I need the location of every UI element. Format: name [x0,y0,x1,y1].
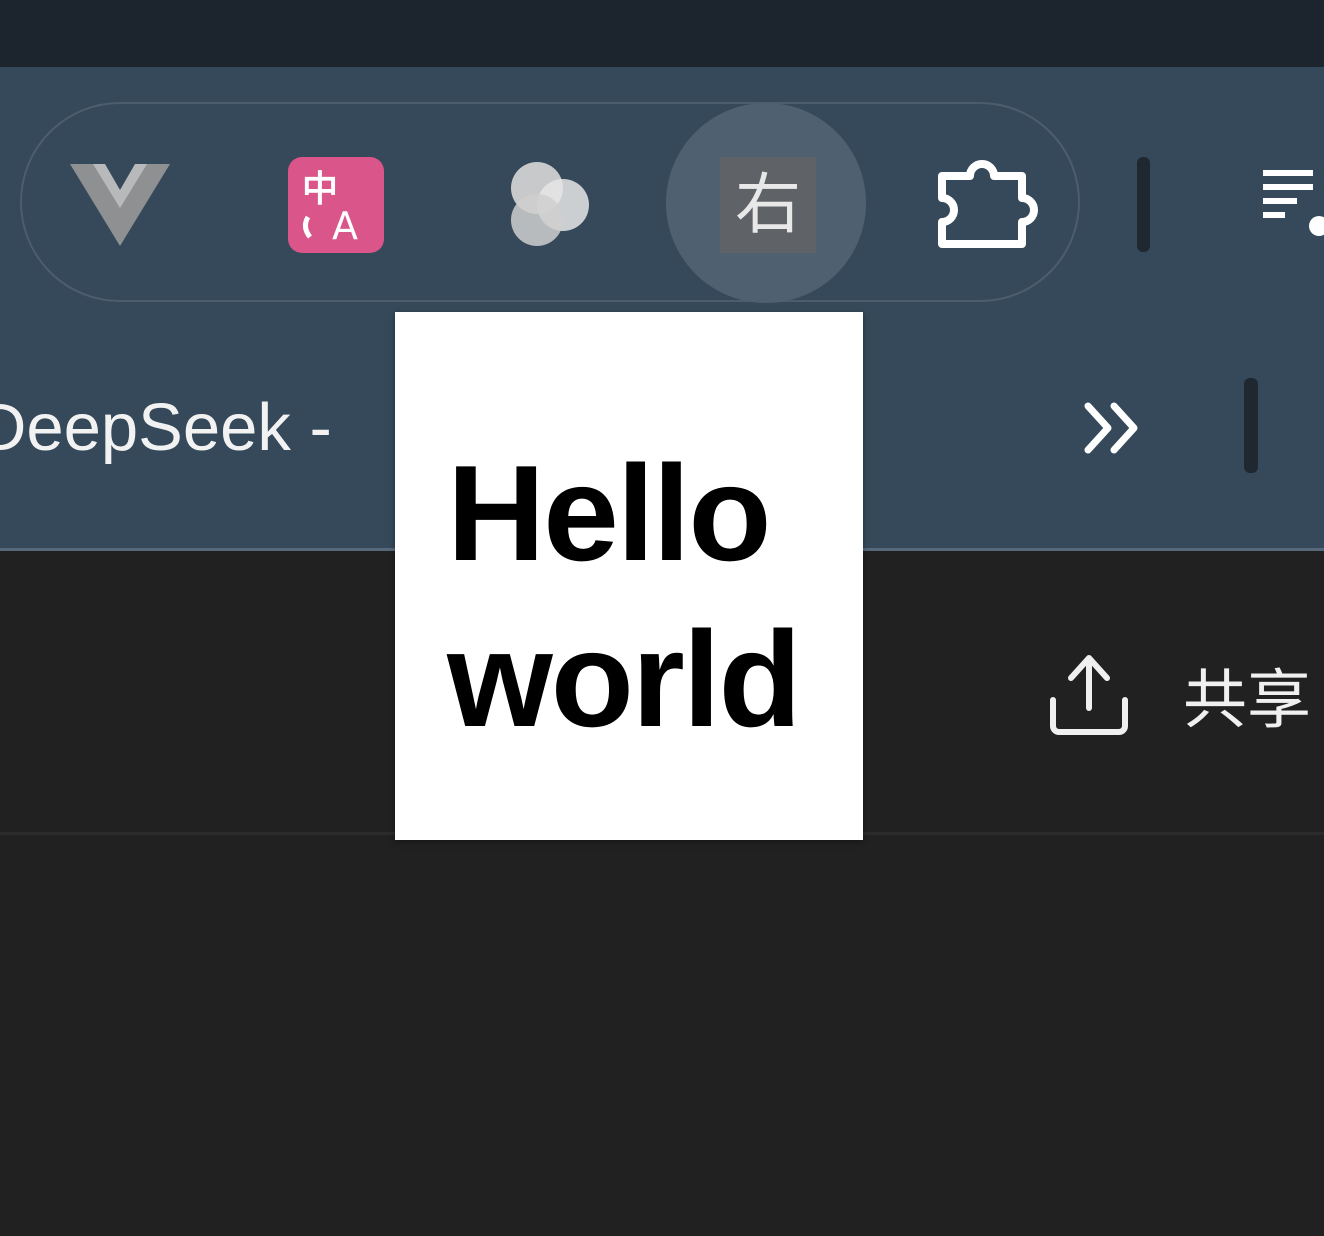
share-label: 共享 [1183,664,1311,738]
vue-logo-icon [70,164,170,246]
puzzle-icon [938,160,1038,248]
double-chevron-icon[interactable] [1080,398,1150,458]
kanji-extension-button[interactable]: 右 [714,150,824,260]
hello-world-tooltip: Hello world [395,312,863,840]
tooltip-text: Hello world [447,437,802,755]
window-titlebar [0,0,1324,67]
upload-icon [1050,655,1128,735]
reading-list-icon[interactable] [1255,160,1324,240]
svg-text:A: A [332,204,358,248]
overlapping-circles-icon [511,162,589,246]
bookmark-tab-title[interactable]: DeepSeek - [0,388,332,468]
translate-icon: 中 A [288,157,384,253]
translate-extension-button[interactable]: 中 A [282,150,392,260]
kanji-icon: 右 [720,157,816,253]
extensions-menu-button[interactable] [930,150,1040,260]
toolbar-separator [1137,157,1150,252]
bookmarks-separator [1244,378,1258,473]
circles-extension-button[interactable] [497,150,607,260]
share-button[interactable]: 共享 [1045,650,1311,740]
vue-devtools-extension-button[interactable] [65,150,175,260]
